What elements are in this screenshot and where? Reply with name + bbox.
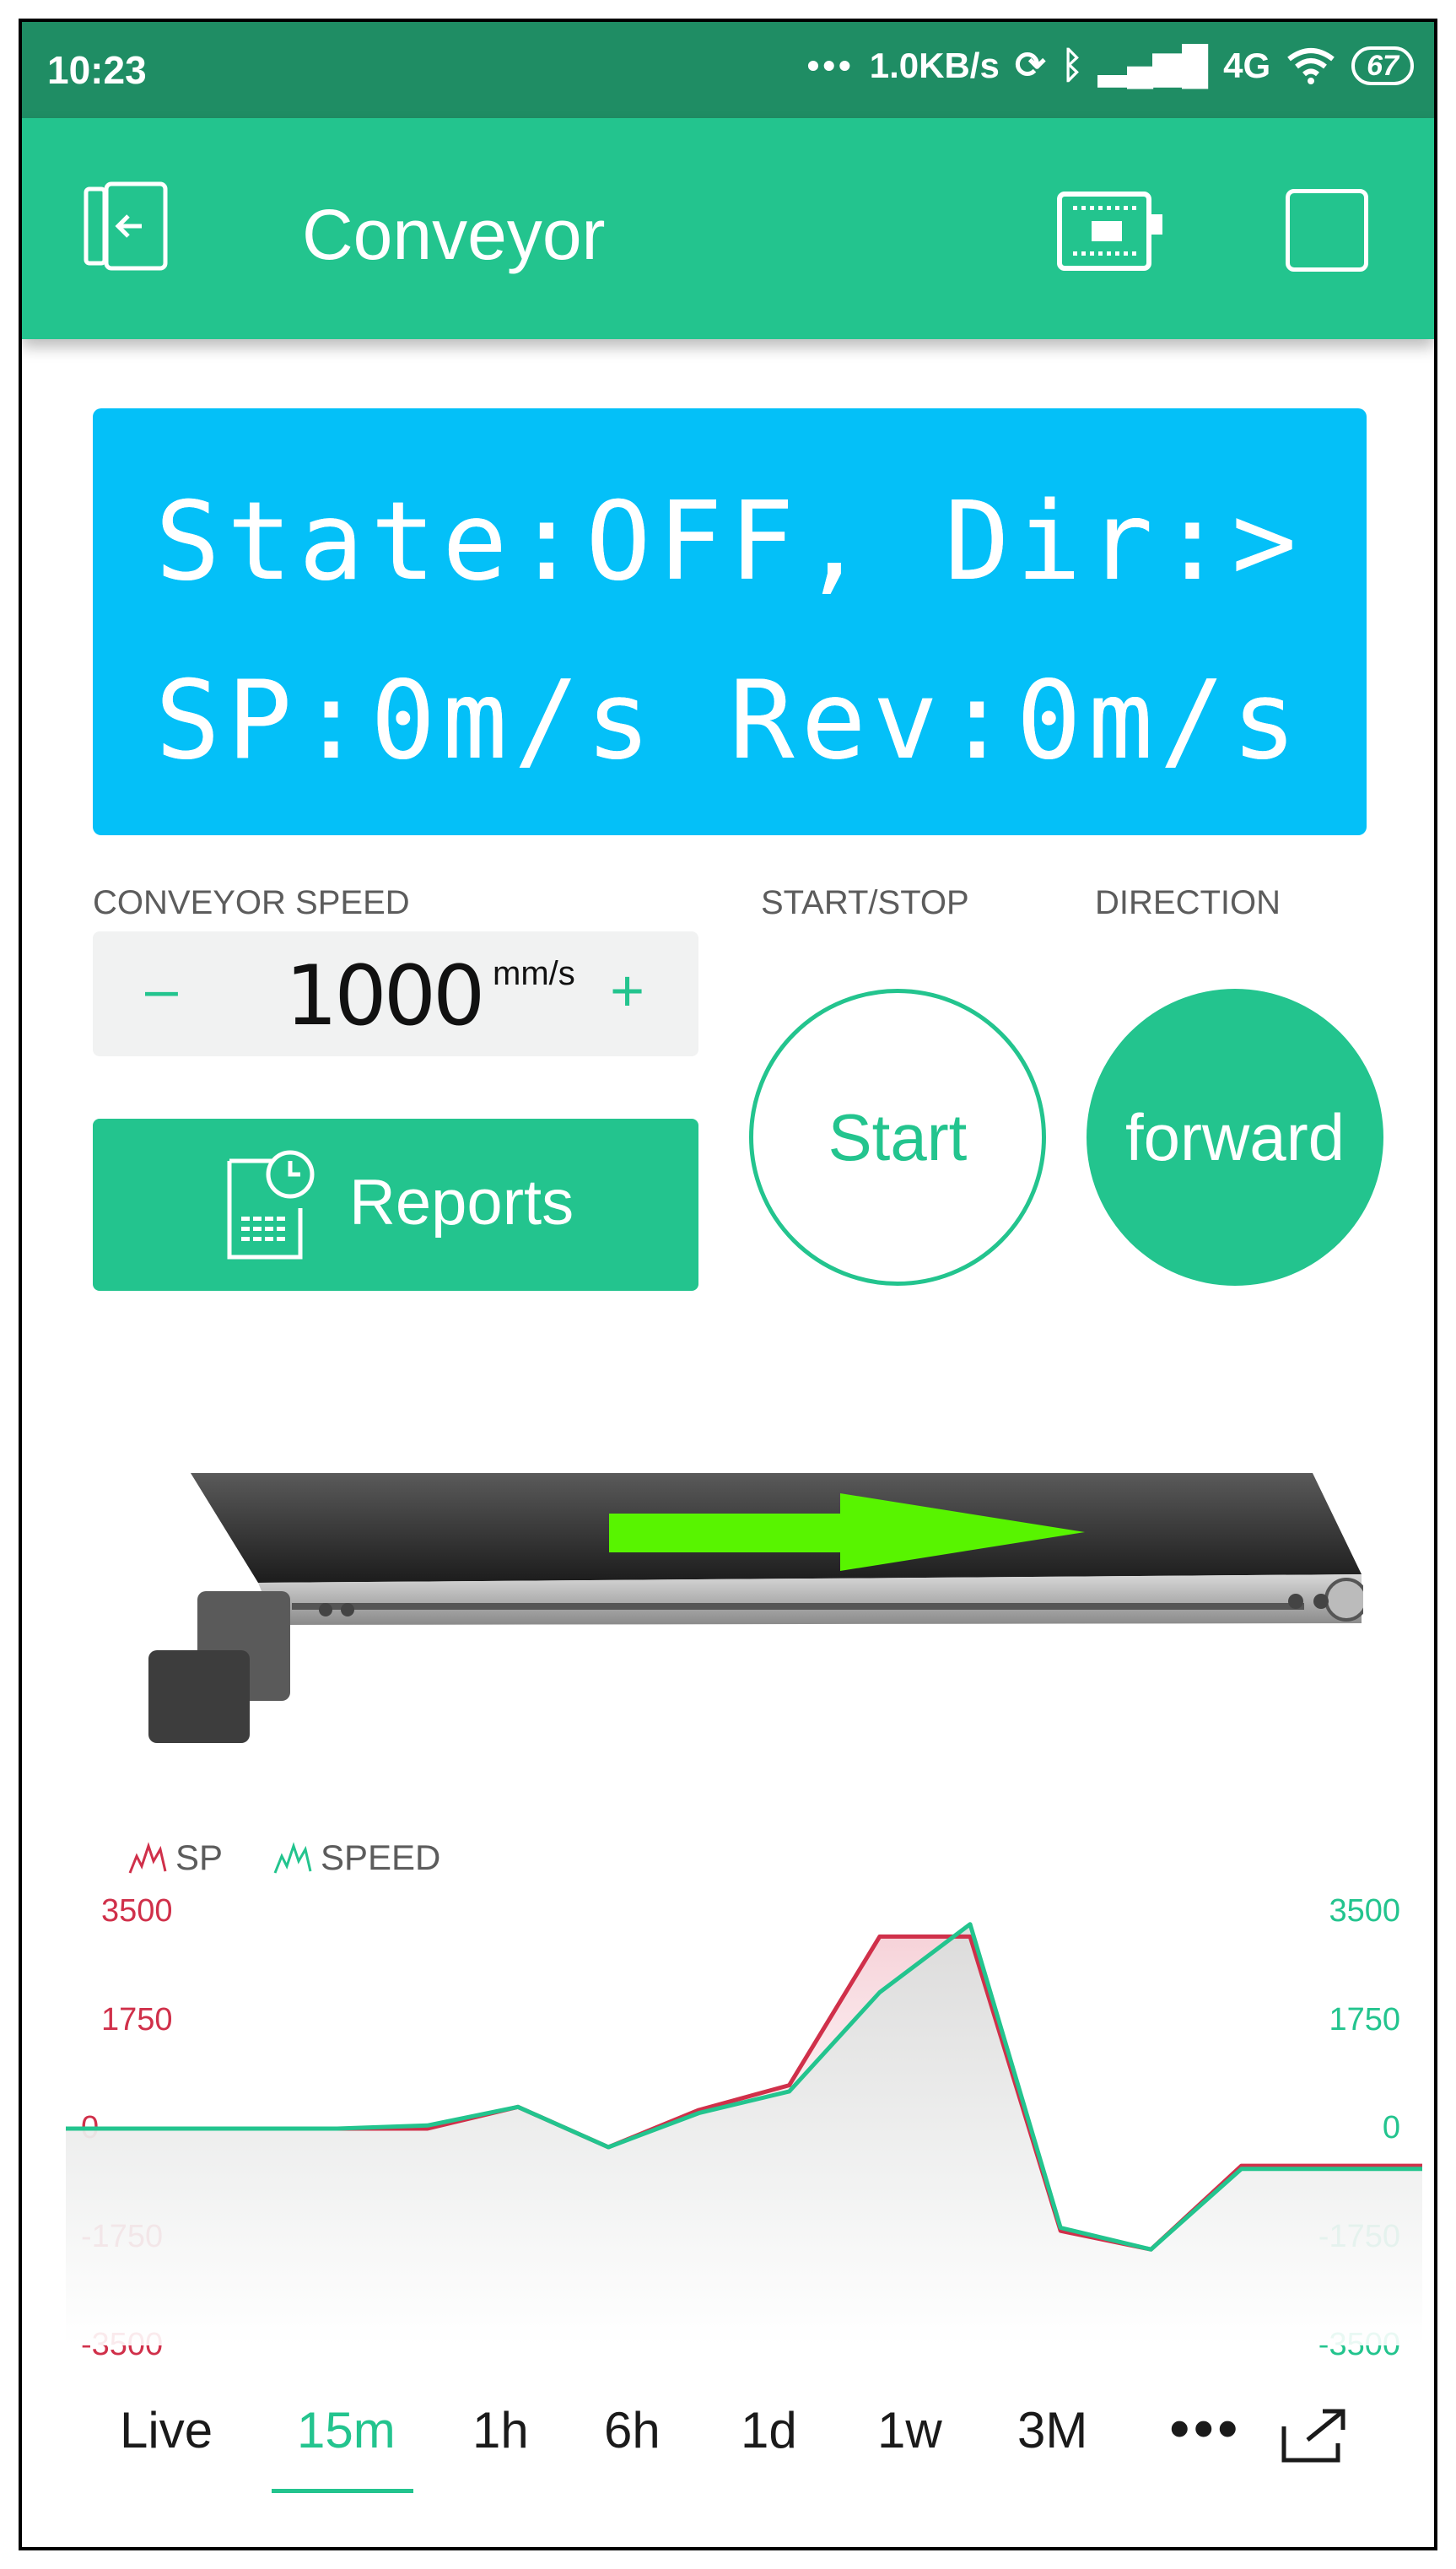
status-bar: 10:23 ••• 1.0KB/s ⟳ ᛒ ▂▄▆█ 4G 67 bbox=[22, 22, 1434, 118]
lcd-display: State:OFF, Dir:> SP:0m/s Rev:0m/s bbox=[93, 408, 1367, 835]
status-time: 10:23 bbox=[47, 48, 147, 92]
lcd-line-1: State:OFF, Dir:> bbox=[155, 479, 1303, 605]
tab-live[interactable]: Live bbox=[120, 2401, 213, 2459]
app-toolbar: Conveyor bbox=[22, 118, 1434, 339]
legend-speed: SPEED bbox=[273, 1838, 440, 1878]
legend-sp-label: SP bbox=[175, 1838, 224, 1877]
direction-label: DIRECTION bbox=[1095, 884, 1281, 921]
reports-label: Reports bbox=[349, 1167, 574, 1239]
line-chart bbox=[66, 1922, 1422, 2345]
status-icons: ••• 1.0KB/s ⟳ ᛒ ▂▄▆█ 4G 67 bbox=[807, 44, 1414, 87]
series-area-speed bbox=[66, 1924, 1422, 2345]
export-icon[interactable] bbox=[1279, 2406, 1350, 2465]
report-clock-icon bbox=[227, 1150, 315, 1260]
tab-15m[interactable]: 15m bbox=[297, 2401, 396, 2459]
sync-icon: ⟳ bbox=[1014, 45, 1046, 86]
start-button-label: Start bbox=[828, 1099, 968, 1174]
device-board-icon[interactable] bbox=[1056, 191, 1166, 272]
exit-icon[interactable] bbox=[81, 181, 172, 272]
lcd-line-2: SP:0m/s Rev:0m/s bbox=[155, 658, 1303, 784]
tab-1d[interactable]: 1d bbox=[741, 2401, 797, 2459]
start-stop-label: START/STOP bbox=[761, 884, 969, 921]
speed-stepper: – 1000 mm/s + bbox=[93, 931, 698, 1056]
tab-1w[interactable]: 1w bbox=[877, 2401, 942, 2459]
network-type: 4G bbox=[1223, 45, 1271, 85]
start-button[interactable]: Start bbox=[749, 989, 1046, 1286]
decrement-button[interactable]: – bbox=[145, 955, 178, 1023]
stop-square-icon[interactable] bbox=[1286, 189, 1368, 272]
speed-unit: mm/s bbox=[493, 955, 575, 992]
legend-sp: SP bbox=[128, 1838, 223, 1878]
legend-speed-label: SPEED bbox=[321, 1838, 441, 1877]
tab-3m[interactable]: 3M bbox=[1017, 2401, 1087, 2459]
signal-icon: ▂▄▆█ bbox=[1098, 45, 1209, 86]
net-speed: 1.0KB/s bbox=[869, 45, 1000, 85]
phone-screen: 10:23 ••• 1.0KB/s ⟳ ᛒ ▂▄▆█ 4G 67 Conveyo… bbox=[19, 19, 1437, 2550]
tab-1h[interactable]: 1h bbox=[472, 2401, 529, 2459]
sp-series-icon bbox=[128, 1842, 167, 1874]
battery-indicator: 67 bbox=[1351, 46, 1414, 85]
speed-value: 1000 bbox=[285, 948, 485, 1044]
direction-button-label: forward bbox=[1124, 1099, 1345, 1174]
conveyor-image bbox=[148, 1473, 1363, 1743]
time-range-tabs: Live 15m 1h 6h 1d 1w 3M ••• bbox=[22, 2384, 1434, 2493]
wifi-icon bbox=[1287, 47, 1335, 84]
active-tab-underline bbox=[272, 2489, 413, 2493]
speed-series-icon bbox=[273, 1842, 312, 1874]
more-dots-icon: ••• bbox=[806, 45, 855, 85]
bluetooth-icon: ᛒ bbox=[1060, 44, 1084, 86]
tab-6h[interactable]: 6h bbox=[604, 2401, 661, 2459]
more-ranges-button[interactable]: ••• bbox=[1169, 2394, 1242, 2462]
direction-button[interactable]: forward bbox=[1087, 989, 1383, 1286]
conveyor-speed-label: CONVEYOR SPEED bbox=[93, 884, 410, 921]
page-title: Conveyor bbox=[302, 195, 606, 274]
increment-button[interactable]: + bbox=[610, 957, 644, 1024]
reports-button[interactable]: Reports bbox=[93, 1119, 698, 1291]
